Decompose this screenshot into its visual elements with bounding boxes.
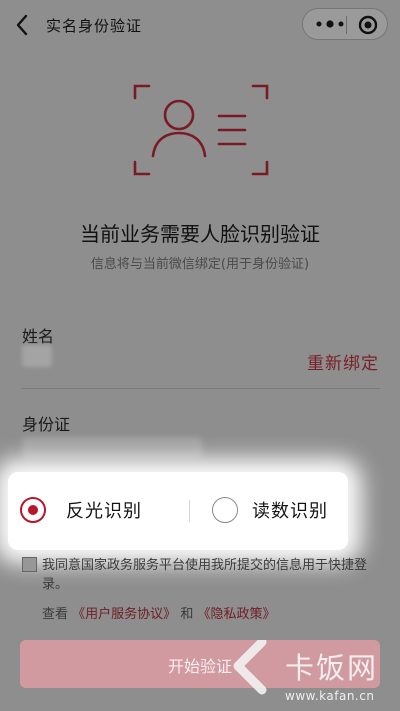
mini-program-capsule (302, 8, 388, 40)
more-dots-icon[interactable] (315, 18, 345, 30)
divider (22, 388, 380, 389)
option-read-digits[interactable]: 读数识别 (212, 494, 328, 526)
agreement-checkbox[interactable] (22, 557, 37, 572)
subheadline: 信息将与当前微信绑定(用于身份验证) (90, 257, 310, 272)
name-value-blurred (22, 345, 52, 367)
option-reflective[interactable]: 反光识别 (20, 494, 142, 526)
links-prefix: 查看 (42, 607, 69, 622)
option-divider (189, 500, 190, 522)
headline: 当前业务需要人脸识别验证 (80, 222, 320, 246)
links-conjunction: 和 (180, 607, 194, 622)
rebind-link[interactable]: 重新绑定 (307, 349, 379, 374)
face-recognition-icon (133, 84, 269, 176)
id-value-blurred (22, 437, 202, 459)
agreement-text: 我同意国家政务服务平台使用我所提交的信息用于快捷登录。 (42, 558, 368, 592)
option-label: 反光识别 (66, 501, 142, 522)
top-bar: 实名身份验证 (0, 0, 400, 52)
close-target-icon[interactable] (358, 15, 378, 35)
id-label: 身份证 (22, 415, 71, 434)
policy-links: 查看 《用户服务协议》 和 《隐私政策》 (42, 603, 275, 622)
watermark-url: www.kafan.cn (285, 689, 375, 703)
page-title: 实名身份验证 (46, 17, 143, 35)
page: 实名身份验证 当前业务需要人脸识别验证 信息将与当前微信绑定(用于身份验证) 姓… (0, 0, 400, 711)
chevron-left-icon (16, 14, 28, 36)
radio-selected-icon[interactable] (20, 497, 46, 523)
watermark-text: 卡饭网 (285, 651, 379, 685)
capsule-divider (346, 16, 347, 34)
back-button[interactable] (10, 12, 36, 38)
watermark-logo-icon (233, 640, 267, 695)
name-label: 姓名 (22, 327, 55, 346)
radio-unselected-icon[interactable] (212, 497, 238, 523)
user-agreement-link[interactable]: 《用户服务协议》 (72, 607, 176, 622)
recognition-options: 反光识别 读数识别 (8, 472, 348, 550)
option-label: 读数识别 (252, 501, 328, 522)
privacy-policy-link[interactable]: 《隐私政策》 (197, 607, 275, 622)
